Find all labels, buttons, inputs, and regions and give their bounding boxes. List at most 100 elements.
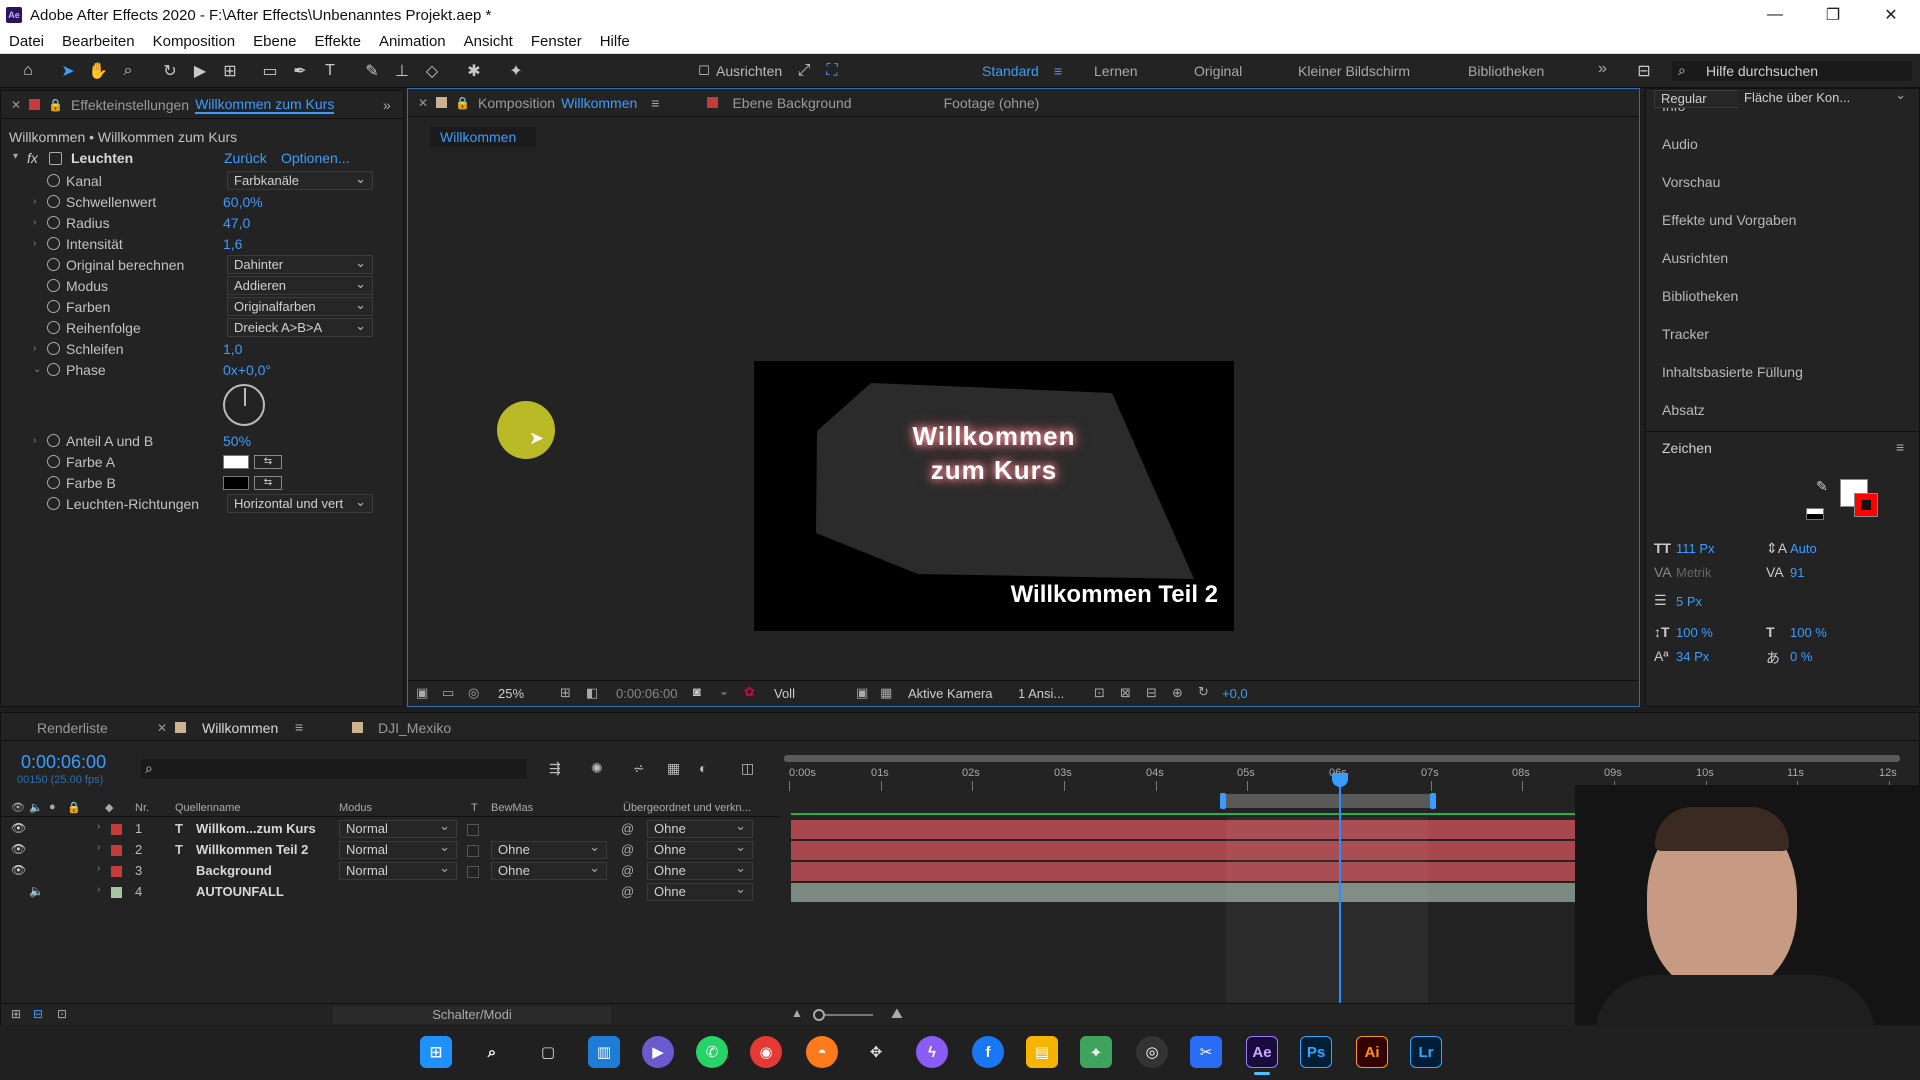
stopwatch-icon[interactable]	[47, 342, 60, 355]
footage-tab[interactable]: Footage (ohne)	[944, 95, 1040, 111]
vertical-scale-value[interactable]: 100 %	[1676, 625, 1713, 640]
zoom-dropdown[interactable]: 25%	[498, 686, 524, 701]
expand-icon[interactable]: ›	[33, 435, 36, 446]
menu-hilfe[interactable]: Hilfe	[591, 33, 639, 50]
timeline-timecode[interactable]: 0:00:06:00	[21, 752, 106, 773]
stopwatch-icon[interactable]	[47, 258, 60, 271]
messenger-icon[interactable]: ϟ	[916, 1036, 948, 1068]
expand-icon[interactable]: ›	[33, 343, 36, 354]
work-area-end-handle[interactable]	[1430, 793, 1436, 809]
composition-tab[interactable]: Komposition	[478, 95, 555, 111]
preserve-transparency-checkbox[interactable]	[467, 845, 479, 857]
monitor-icon[interactable]: ▭	[442, 685, 454, 701]
table-row[interactable]: 👁 › 1 T Willkom...zum Kurs Normal @ Ohne	[1, 818, 781, 840]
comp-mini-flowchart-icon[interactable]: ⇶	[549, 760, 561, 777]
preserve-transparency-checkbox[interactable]	[467, 824, 479, 836]
explorer-icon[interactable]: ▤	[1026, 1036, 1058, 1068]
always-preview-icon[interactable]: ▣	[416, 685, 428, 701]
effect-options-link[interactable]: Optionen...	[281, 150, 350, 166]
selection-tool-icon[interactable]: ➤	[56, 60, 80, 82]
shy-layers-icon[interactable]: ⩫	[633, 760, 645, 777]
brush-tool-icon[interactable]: ✎	[360, 60, 384, 82]
baseline-shift-value[interactable]: 34 Px	[1676, 649, 1709, 664]
menu-datei[interactable]: Datei	[0, 33, 53, 50]
tool-icon[interactable]: ✥	[860, 1036, 892, 1068]
widgets-icon[interactable]: ▥	[588, 1036, 620, 1068]
eye-icon[interactable]: 👁	[11, 842, 26, 856]
align-checkbox-icon[interactable]: ☐	[692, 60, 716, 82]
transparency-grid-icon[interactable]: ▦	[880, 685, 892, 701]
stopwatch-icon[interactable]	[47, 300, 60, 313]
zoom-out-icon[interactable]: ▲	[791, 1006, 803, 1020]
layer-mode-dropdown[interactable]: Normal	[339, 818, 457, 838]
horizontal-scale-value[interactable]: 100 %	[1790, 625, 1827, 640]
parent-dropdown[interactable]: Ohne	[647, 818, 753, 838]
workspace-standard[interactable]: Standard	[982, 63, 1039, 79]
stopwatch-icon[interactable]	[47, 363, 60, 376]
leading-value[interactable]: Auto	[1790, 541, 1817, 556]
panel-tracker[interactable]: Tracker	[1662, 326, 1709, 342]
menu-bearbeiten[interactable]: Bearbeiten	[53, 33, 144, 50]
clone-stamp-icon[interactable]: ⊥	[390, 60, 414, 82]
photoshop-taskbar-icon[interactable]: Ps	[1300, 1036, 1332, 1068]
stroke-mode-dropdown[interactable]: Fläche über Kon...	[1738, 87, 1912, 108]
workspace-overflow[interactable]: »	[1598, 60, 1607, 78]
home-icon[interactable]: ⌂	[16, 60, 40, 82]
phase-value[interactable]: 0x+0,0°	[223, 362, 271, 378]
zoom-tool-icon[interactable]: ⌕	[116, 60, 140, 82]
layer-name[interactable]: Willkommen Teil 2	[196, 842, 308, 857]
stopwatch-icon[interactable]	[47, 455, 60, 468]
restore-icon[interactable]: ❐	[1804, 0, 1862, 30]
toggle-pixel-icon[interactable]: ⊡	[1094, 685, 1105, 701]
expand-icon[interactable]: ›	[97, 842, 100, 853]
draft-3d-icon[interactable]: ✺	[591, 760, 603, 777]
workspace-kleiner-bildschirm[interactable]: Kleiner Bildschirm	[1298, 63, 1410, 79]
layer-switches-icon[interactable]: ⊞	[11, 1007, 21, 1021]
tab-menu-icon[interactable]: ≡	[295, 719, 303, 735]
eye-icon[interactable]: 👁	[11, 821, 26, 835]
layer-mode-dropdown[interactable]: Normal	[339, 860, 457, 880]
timeline-icon[interactable]: ⊟	[1146, 685, 1157, 701]
workspace-lernen[interactable]: Lernen	[1094, 63, 1138, 79]
fx-icon[interactable]: fx	[27, 150, 38, 166]
expand-icon[interactable]: ›	[33, 217, 36, 228]
workspace-bibliotheken[interactable]: Bibliotheken	[1468, 63, 1544, 79]
panel-bibliotheken[interactable]: Bibliotheken	[1662, 288, 1738, 304]
workspace-original[interactable]: Original	[1194, 63, 1242, 79]
stroke-width-value[interactable]: 5 Px	[1676, 594, 1702, 609]
track-matte-dropdown[interactable]: Ohne	[491, 839, 607, 859]
menu-ebene[interactable]: Ebene	[244, 33, 305, 50]
stopwatch-icon[interactable]	[47, 174, 60, 187]
panel-effekte[interactable]: Effekte und Vorgaben	[1662, 212, 1796, 228]
close-tab-icon[interactable]: ✕	[157, 721, 167, 735]
snapshot-icon[interactable]: ◙	[693, 684, 701, 699]
table-row[interactable]: 🔈 › 4 AUTOUNFALL @ Ohne	[1, 881, 781, 903]
facebook-icon[interactable]: f	[972, 1036, 1004, 1068]
region-icon[interactable]: ◧	[586, 685, 598, 701]
toggle-switches-modes[interactable]: Schalter/Modi	[333, 1006, 611, 1024]
expand-icon[interactable]: ›	[97, 863, 100, 874]
views-dropdown[interactable]: 1 Ansi...	[1018, 686, 1064, 701]
layer-label-color[interactable]	[111, 824, 122, 835]
kanal-dropdown[interactable]: Farbkanäle	[227, 170, 373, 190]
parent-dropdown[interactable]: Ohne	[647, 839, 753, 859]
tab-dji-mexiko[interactable]: DJI_Mexiko	[378, 720, 451, 736]
farbe-b-swatch[interactable]	[223, 476, 249, 490]
farben-dropdown[interactable]: Originalfarben	[227, 296, 373, 316]
pickwhip-icon[interactable]: @	[621, 821, 634, 836]
task-view-icon[interactable]: ▢	[532, 1036, 564, 1068]
stopwatch-icon[interactable]	[47, 279, 60, 292]
after-effects-taskbar-icon[interactable]: Ae	[1246, 1036, 1278, 1068]
original-dropdown[interactable]: Dahinter	[227, 254, 373, 274]
lightroom-taskbar-icon[interactable]: Lr	[1410, 1036, 1442, 1068]
richtungen-dropdown[interactable]: Horizontal und vert	[227, 493, 373, 513]
comp-canvas[interactable]: Willkommen zum Kurs Willkommen Teil 2	[754, 361, 1234, 631]
hand-tool-icon[interactable]: ✋	[86, 60, 110, 82]
table-row[interactable]: 👁 › 2 T Willkommen Teil 2 Normal Ohne @ Ohne	[1, 839, 781, 861]
track-matte-dropdown[interactable]: Ohne	[491, 860, 607, 880]
work-area-navigator[interactable]	[784, 755, 1900, 762]
zeichen-menu-icon[interactable]: ≡	[1896, 439, 1904, 455]
close-tab-icon[interactable]: ✕	[11, 98, 21, 112]
font-size-value[interactable]: 111 Px	[1676, 541, 1715, 556]
layer-name[interactable]: AUTOUNFALL	[196, 884, 284, 899]
